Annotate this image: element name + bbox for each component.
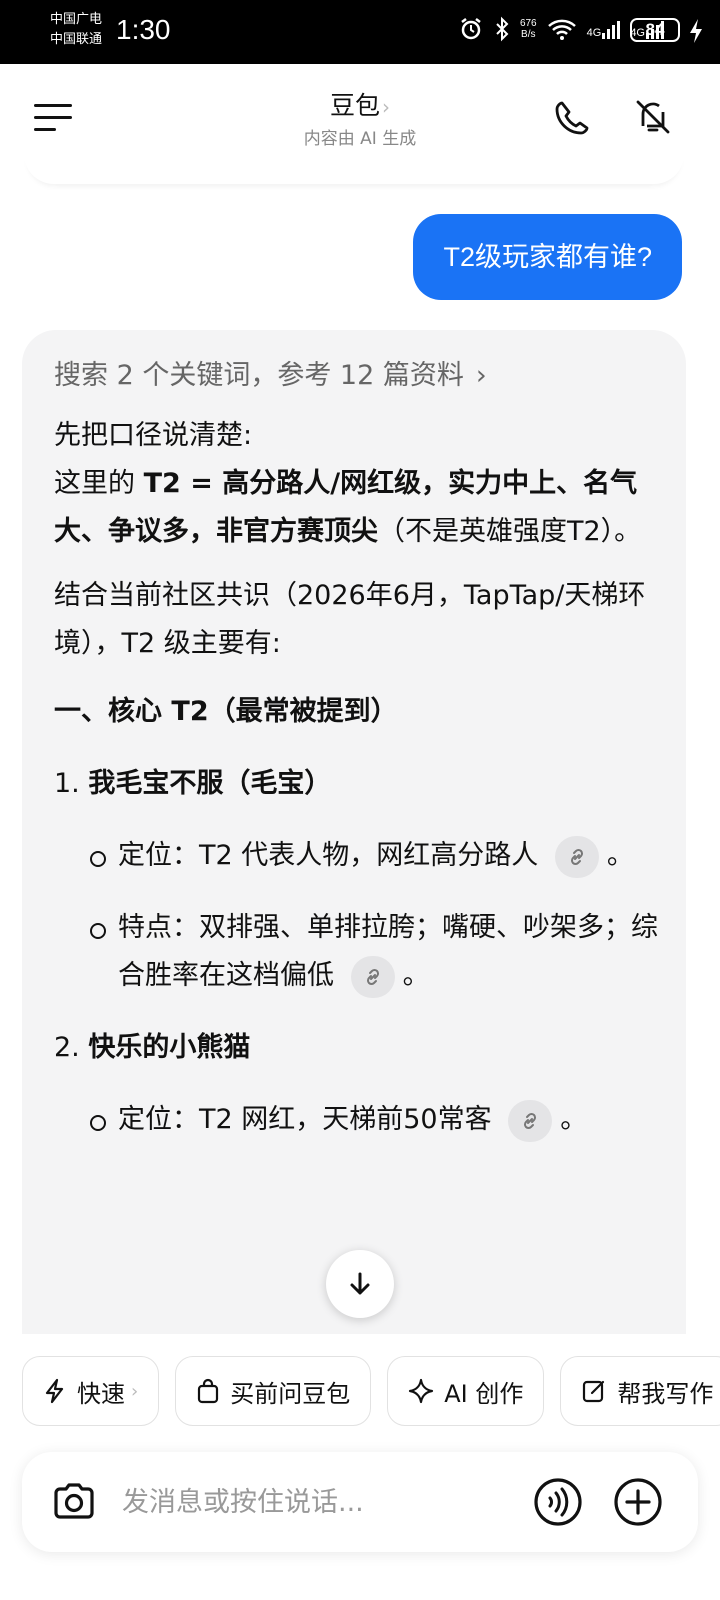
- clock: 1:30: [116, 14, 171, 45]
- shopping-bag-icon: [198, 1378, 219, 1404]
- mute-icon: [636, 100, 670, 134]
- arrow-down-icon: [350, 1272, 370, 1295]
- carrier-2: 中国联通: [50, 32, 103, 47]
- list-item: 定位：T2 代表人物，网红高分路人 。: [54, 832, 664, 880]
- fast-mode-chip[interactable]: 快速 ›: [22, 1356, 160, 1426]
- alarm-icon: [461, 18, 481, 40]
- carrier-info: 中国广电 中国联通: [50, 10, 102, 50]
- voice-call-button[interactable]: [552, 98, 592, 138]
- message-input[interactable]: [122, 1480, 502, 1524]
- camera-icon: [54, 1483, 94, 1519]
- player-heading: 2. 快乐的小熊猫: [54, 1032, 251, 1063]
- phone-icon: [555, 101, 589, 135]
- bluetooth-icon: [496, 16, 509, 42]
- help-write-chip[interactable]: 帮我写作: [560, 1356, 720, 1426]
- add-attachment-button[interactable]: [612, 1476, 664, 1528]
- quick-action-bar: 快速 › 买前问豆包 AI 创作 帮我写作: [22, 1356, 720, 1426]
- ask-before-buy-chip[interactable]: 买前问豆包: [175, 1356, 372, 1426]
- camera-button[interactable]: [50, 1478, 98, 1526]
- chat-title-area[interactable]: 豆包 › 内容由 AI 生成: [0, 86, 720, 149]
- scroll-to-bottom-button[interactable]: [326, 1250, 394, 1318]
- section-heading: 一、核心 T2（最常被提到）: [54, 696, 398, 727]
- mute-button[interactable]: [632, 96, 674, 138]
- citation-link-icon[interactable]: [350, 955, 395, 998]
- assistant-answer-card: 搜索 2 个关键词，参考 12 篇资料 › 先把口径说清楚: 这里的 T2 = 高…: [22, 330, 686, 1334]
- voice-input-button[interactable]: [532, 1476, 584, 1528]
- list-item: 特点：双排强、单排拉胯；嘴硬、吵架多；综合胜率在这档偏低 。: [54, 904, 664, 1000]
- intro-paragraph: 先把口径说清楚: 这里的 T2 = 高分路人/网红级，实力中上、名气大、争议多，…: [54, 420, 642, 547]
- ai-disclaimer: 内容由 AI 生成: [303, 129, 417, 149]
- list-item: 定位：T2 网红，天梯前50常客 。: [54, 1096, 664, 1144]
- battery-indicator: 84: [630, 18, 680, 42]
- chevron-right-icon: ›: [475, 360, 487, 391]
- carrier-1: 中国广电: [50, 12, 103, 27]
- edit-icon: [583, 1380, 605, 1403]
- citation-link-icon[interactable]: [508, 1099, 553, 1142]
- title-chevron-icon: ›: [382, 95, 390, 119]
- previous-message-card: [24, 150, 684, 184]
- charging-icon: [690, 19, 702, 43]
- player-heading: 1. 我毛宝不服（毛宝）: [54, 768, 332, 799]
- sim1-signal: 4G: [587, 19, 621, 39]
- lightning-icon: [45, 1378, 64, 1404]
- page-title: 豆包: [329, 91, 380, 120]
- voice-wave-icon: [534, 1478, 582, 1526]
- plus-icon: [614, 1478, 662, 1526]
- status-bar: 中国广电 中国联通 1:30 676 B/s 4G 4G 84: [0, 0, 720, 64]
- search-references-link[interactable]: 搜索 2 个关键词，参考 12 篇资料 ›: [54, 352, 664, 400]
- citation-link-icon[interactable]: [554, 835, 599, 878]
- search-meta-text: 搜索 2 个关键词，参考 12 篇资料: [54, 360, 464, 391]
- wifi-icon: [547, 19, 576, 40]
- chevron-right-icon: ›: [131, 1380, 139, 1402]
- user-message-bubble[interactable]: T2级玩家都有谁?: [413, 214, 682, 300]
- context-paragraph: 结合当前社区共识（2026年6月，TapTap/天梯环境），T2 级主要有:: [54, 580, 646, 659]
- sparkle-icon: [409, 1378, 434, 1404]
- net-speed: 676 B/s: [519, 18, 537, 40]
- ai-create-chip[interactable]: AI 创作: [387, 1356, 545, 1426]
- message-composer: [22, 1452, 698, 1552]
